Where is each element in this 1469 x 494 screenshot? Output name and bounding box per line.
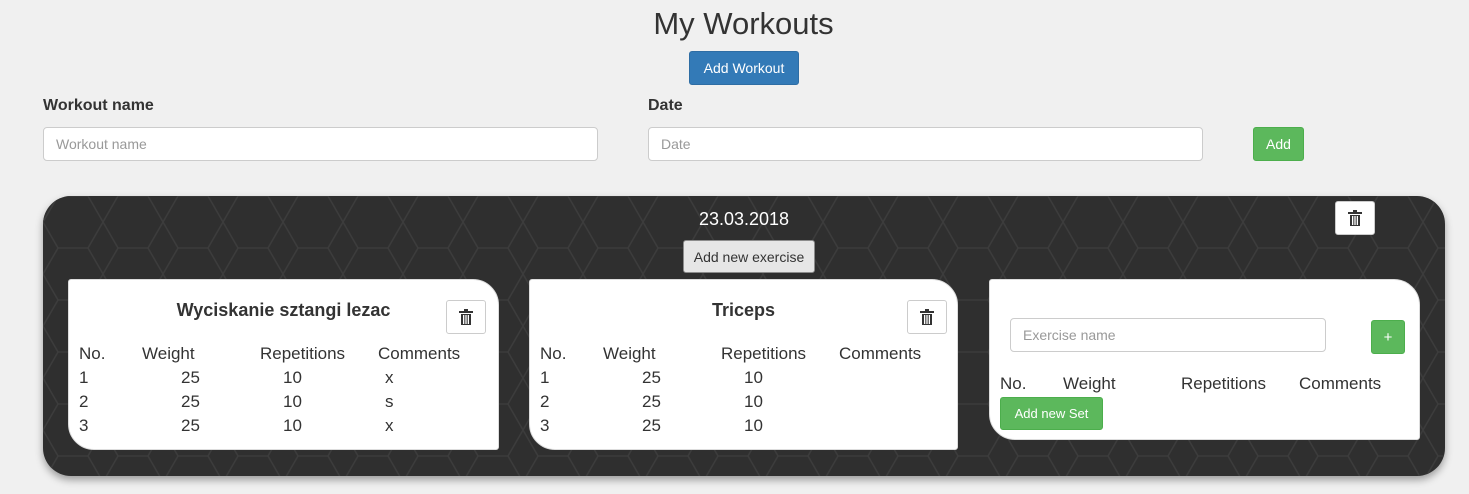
header-comments: Comments <box>378 344 461 363</box>
trash-icon <box>459 309 473 325</box>
set-weight: 25 <box>181 416 200 435</box>
delete-workout-button[interactable] <box>1335 201 1375 235</box>
page-title: My Workouts <box>653 6 834 41</box>
header-weight: Weight <box>603 344 656 363</box>
delete-exercise-button[interactable] <box>907 300 947 334</box>
header-repetitions: Repetitions <box>721 344 807 363</box>
workout-name-label: Workout name <box>43 97 154 114</box>
header-no: No. <box>79 344 106 363</box>
set-comment: x <box>385 416 394 435</box>
set-no: 1 <box>79 368 89 387</box>
set-reps: 10 <box>744 416 763 435</box>
workout-card: 23.03.2018 Add new exercise Wyciskanie s… <box>43 196 1445 476</box>
add-exercise-button[interactable]: Add new exercise <box>683 240 815 273</box>
header-no: No. <box>540 344 567 363</box>
header-repetitions: Repetitions <box>260 344 346 363</box>
add-button[interactable]: Add <box>1253 127 1304 161</box>
header-weight: Weight <box>1063 374 1116 393</box>
header-comments: Comments <box>1299 374 1382 393</box>
set-reps: 10 <box>283 368 302 387</box>
workout-date: 23.03.2018 <box>698 209 790 229</box>
date-input[interactable] <box>648 127 1203 161</box>
set-comment: s <box>385 392 394 411</box>
set-no: 2 <box>540 392 550 411</box>
set-weight: 25 <box>181 392 200 411</box>
trash-icon <box>1348 210 1362 226</box>
new-exercise-card: + No. Weight Repetitions Comments Add ne… <box>989 279 1420 440</box>
set-reps: 10 <box>744 368 763 387</box>
header-comments: Comments <box>839 344 922 363</box>
header-weight: Weight <box>142 344 195 363</box>
exercise-card: Wyciskanie sztangi lezac No. Weight Repe… <box>68 279 499 450</box>
set-reps: 10 <box>744 392 763 411</box>
set-no: 1 <box>540 368 550 387</box>
set-no: 2 <box>79 392 89 411</box>
date-label: Date <box>648 97 683 114</box>
set-reps: 10 <box>283 416 302 435</box>
header-no: No. <box>1000 374 1027 393</box>
exercise-name-input[interactable] <box>1010 318 1326 352</box>
trash-icon <box>920 309 934 325</box>
set-weight: 25 <box>642 368 661 387</box>
set-no: 3 <box>540 416 550 435</box>
set-reps: 10 <box>283 392 302 411</box>
exercise-card: Triceps No. Weight Repetitions Comments … <box>529 279 958 450</box>
delete-exercise-button[interactable] <box>446 300 486 334</box>
header-repetitions: Repetitions <box>1181 374 1267 393</box>
workout-name-input[interactable] <box>43 127 598 161</box>
set-no: 3 <box>79 416 89 435</box>
set-weight: 25 <box>642 392 661 411</box>
set-comment: x <box>385 368 394 387</box>
set-weight: 25 <box>181 368 200 387</box>
add-set-button[interactable]: Add new Set <box>1000 397 1103 430</box>
exercise-title: Triceps <box>711 300 776 320</box>
exercise-title: Wyciskanie sztangi lezac <box>176 300 391 320</box>
add-exercise-plus-button[interactable]: + <box>1371 320 1405 354</box>
add-workout-button[interactable]: Add Workout <box>689 51 799 85</box>
set-weight: 25 <box>642 416 661 435</box>
